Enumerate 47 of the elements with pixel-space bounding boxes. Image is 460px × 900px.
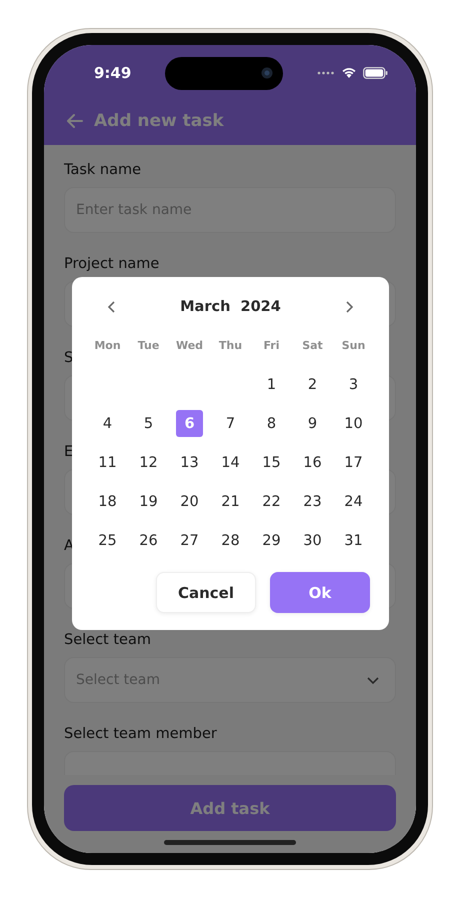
calendar-day[interactable]: 21	[217, 488, 244, 515]
field-label: Select team	[64, 632, 151, 648]
calendar-day[interactable]: 28	[217, 527, 244, 554]
weekday-label: Sat	[302, 339, 323, 352]
calendar-day[interactable]: 2	[299, 371, 326, 398]
calendar-day[interactable]: 30	[299, 527, 326, 554]
calendar-day[interactable]: 19	[135, 488, 162, 515]
calendar-day[interactable]: 13	[176, 449, 203, 476]
field-label: S	[64, 350, 74, 366]
calendar-day[interactable]: 16	[299, 449, 326, 476]
calendar-day[interactable]: 10	[340, 410, 367, 437]
calendar-day[interactable]: 12	[135, 449, 162, 476]
field-label: Task name	[64, 162, 142, 178]
calendar-day[interactable]: 8	[258, 410, 285, 437]
calendar-day[interactable]: 22	[258, 488, 285, 515]
calendar-day[interactable]: 1	[258, 371, 285, 398]
weekday-label: Tue	[138, 339, 160, 352]
page-title: Add new task	[94, 111, 224, 131]
calendar-day[interactable]: 15	[258, 449, 285, 476]
cancel-button[interactable]: Cancel	[156, 572, 256, 613]
calendar-day[interactable]: 3	[340, 371, 367, 398]
calendar-day[interactable]: 29	[258, 527, 285, 554]
weekday-label: Fri	[263, 339, 280, 352]
status-time: 9:49	[94, 64, 132, 82]
weekday-label: Mon	[94, 339, 121, 352]
calendar-day[interactable]: 14	[217, 449, 244, 476]
weekday-label: Wed	[176, 339, 204, 352]
calendar-day[interactable]: 4	[94, 410, 121, 437]
calendar-day[interactable]: 31	[340, 527, 367, 554]
calendar-day[interactable]: 9	[299, 410, 326, 437]
calendar-day[interactable]: 24	[340, 488, 367, 515]
calendar-day[interactable]: 20	[176, 488, 203, 515]
field-label: E	[64, 444, 74, 460]
calendar-day[interactable]: 27	[176, 527, 203, 554]
field-label: Project name	[64, 256, 160, 272]
weekday-label: Thu	[218, 339, 242, 352]
calendar-day[interactable]: 18	[94, 488, 121, 515]
month-title: March 2024	[180, 299, 281, 315]
weekday-label: Sun	[342, 339, 366, 352]
field-label: Select team member	[64, 726, 217, 742]
calendar-day[interactable]: 26	[135, 527, 162, 554]
calendar-day[interactable]: 23	[299, 488, 326, 515]
calendar-day[interactable]: 7	[217, 410, 244, 437]
calendar-day[interactable]: 11	[94, 449, 121, 476]
calendar-day[interactable]: 17	[340, 449, 367, 476]
calendar-day[interactable]: 25	[94, 527, 121, 554]
calendar-day[interactable]: 5	[135, 410, 162, 437]
